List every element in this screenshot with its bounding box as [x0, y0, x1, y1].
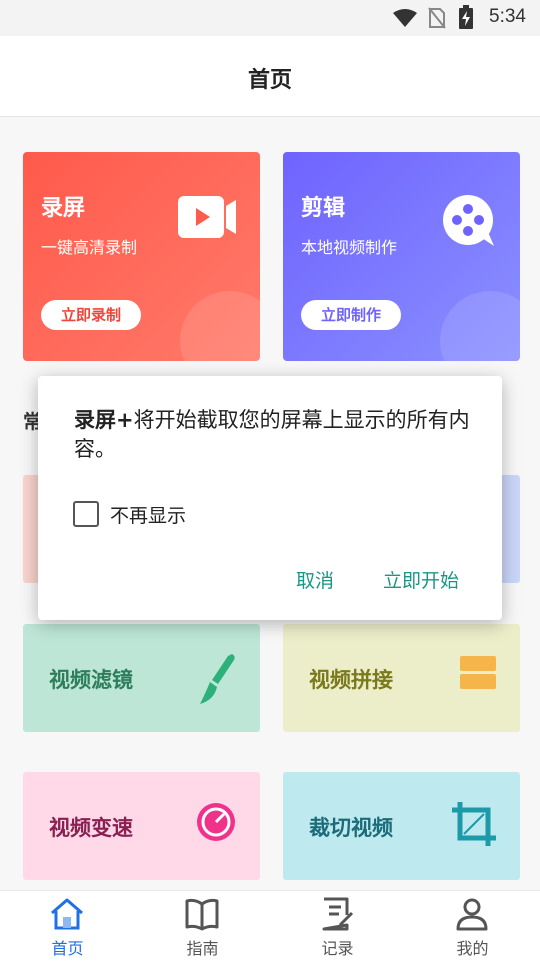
app-bar: 首页 [0, 36, 540, 117]
tool-label: 视频变速 [49, 816, 133, 840]
tool-label: 裁切视频 [309, 816, 393, 840]
nav-item-home[interactable]: 首页 [0, 891, 135, 961]
film-reel-icon [443, 195, 494, 246]
nav-label: 首页 [51, 939, 84, 958]
tool-card-crop[interactable]: 裁切视频 [283, 772, 520, 880]
edit-card[interactable]: 剪辑 本地视频制作 立即制作 [283, 152, 520, 361]
tool-card-merge[interactable]: 视频拼接 [283, 624, 520, 732]
record-card[interactable]: 录屏 一键高清录制 立即录制 [23, 152, 260, 361]
notes-icon [322, 897, 354, 931]
status-time: 5:34 [489, 6, 526, 27]
nav-item-records[interactable]: 记录 [270, 891, 405, 961]
nav-item-guide[interactable]: 指南 [135, 891, 270, 961]
record-card-subtitle: 一键高清录制 [41, 238, 138, 257]
permission-dialog: 录屏+将开始截取您的屏幕上显示的所有内容。 不再显示 取消 立即开始 [38, 376, 502, 620]
nav-label: 我的 [456, 939, 489, 958]
edit-card-title: 剪辑 [301, 196, 346, 221]
tool-card-speed[interactable]: 视频变速 [23, 772, 260, 880]
battery-charging-icon [459, 5, 473, 29]
wifi-icon [393, 9, 417, 27]
tool-label: 视频滤镜 [49, 668, 133, 692]
start-now-button[interactable]: 立即开始 [383, 566, 459, 593]
home-icon [51, 898, 83, 930]
dialog-message-text: 将开始截取您的屏幕上显示的所有内容。 [74, 408, 470, 461]
speed-icon [197, 803, 235, 841]
book-icon [185, 898, 219, 931]
video-camera-icon [178, 196, 236, 238]
tool-card-filter[interactable]: 视频滤镜 [23, 624, 260, 732]
dialog-app-name: 录屏+ [74, 408, 134, 432]
nav-label: 指南 [186, 939, 219, 958]
no-sim-icon [428, 7, 446, 29]
edit-now-button[interactable]: 立即制作 [301, 300, 401, 330]
nav-label: 记录 [321, 939, 354, 958]
edit-card-subtitle: 本地视频制作 [301, 238, 398, 257]
decorative-circle [440, 291, 520, 361]
record-now-button[interactable]: 立即录制 [41, 300, 141, 330]
decorative-circle [180, 291, 260, 361]
cancel-button[interactable]: 取消 [296, 566, 334, 593]
nav-item-mine[interactable]: 我的 [405, 891, 540, 961]
dont-show-again-checkbox[interactable] [73, 501, 99, 527]
stack-icon [460, 656, 496, 689]
record-card-title: 录屏 [41, 196, 86, 221]
brush-icon [200, 654, 235, 704]
dialog-message: 录屏+将开始截取您的屏幕上显示的所有内容。 [74, 406, 474, 464]
dont-show-again-label[interactable]: 不再显示 [110, 501, 186, 528]
tool-label: 视频拼接 [309, 668, 393, 692]
status-bar: 5:34 [0, 0, 540, 36]
bottom-nav: 首页 指南 记录 我的 [0, 890, 540, 961]
crop-icon [452, 802, 496, 846]
page-title: 首页 [247, 68, 292, 93]
person-icon [456, 898, 488, 931]
